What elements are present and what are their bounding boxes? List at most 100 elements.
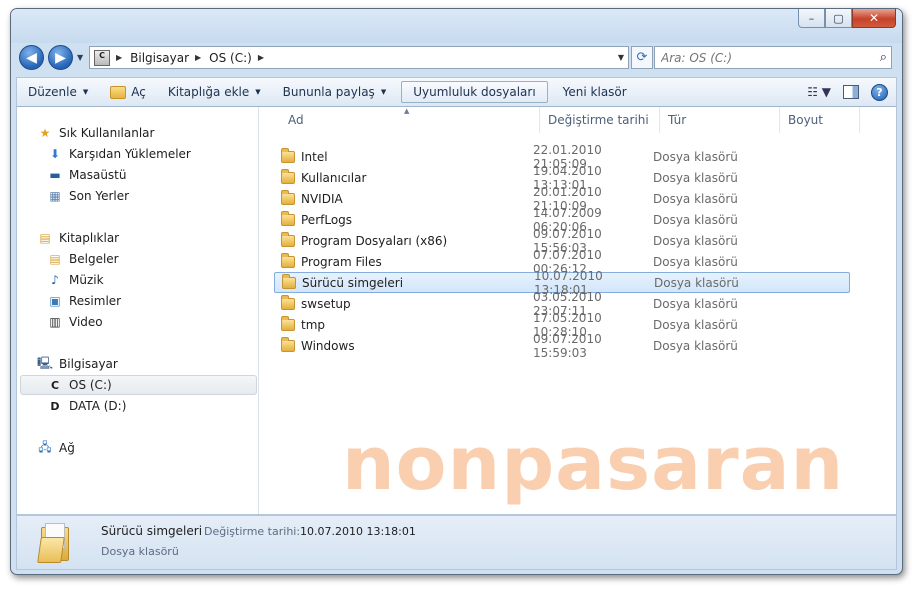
details-item-type: Dosya klasörü xyxy=(101,545,179,558)
desktop-icon: ▬ xyxy=(49,168,61,182)
nav-documents-label: Belgeler xyxy=(69,252,119,266)
column-header-date[interactable]: Değiştirme tarihi xyxy=(540,107,660,133)
nav-downloads-label: Karşıdan Yüklemeler xyxy=(69,147,191,161)
details-modified-value: 10.07.2010 13:18:01 xyxy=(300,525,416,538)
folder-icon xyxy=(281,315,295,331)
file-type: Dosya klasörü xyxy=(653,191,738,206)
new-folder-button[interactable]: Yeni klasör xyxy=(552,78,638,106)
file-name: Program Dosyaları (x86) xyxy=(301,233,448,248)
navigation-pane: ★ Sık Kullanılanlar ⬇ Karşıdan Yüklemele… xyxy=(17,107,259,514)
file-type: Dosya klasörü xyxy=(653,170,738,185)
nav-computer[interactable]: 🖳 Bilgisayar xyxy=(37,354,118,374)
forward-button[interactable]: ▶ xyxy=(48,45,73,70)
breadcrumb-separator-icon[interactable]: ▶ xyxy=(258,53,264,62)
libraries-icon: ▤ xyxy=(39,231,51,245)
arrow-left-icon: ◀ xyxy=(26,49,37,66)
breadcrumb-computer[interactable]: Bilgisayar xyxy=(130,51,189,65)
command-bar: Düzenle ▼ Aç Kitaplığa ekle ▼ Bununla pa… xyxy=(16,77,897,107)
breadcrumb-separator-icon[interactable]: ▶ xyxy=(116,53,122,62)
preview-pane-icon[interactable] xyxy=(843,85,859,99)
computer-icon: 🖳 xyxy=(37,355,54,370)
explorer-body: ★ Sık Kullanılanlar ⬇ Karşıdan Yüklemele… xyxy=(16,107,897,515)
organize-menu[interactable]: Düzenle ▼ xyxy=(17,78,99,106)
nav-recent-places[interactable]: ▦ Son Yerler xyxy=(47,186,129,206)
maximize-button[interactable]: ▢ xyxy=(825,9,852,28)
file-type: Dosya klasörü xyxy=(653,317,738,332)
column-header-size[interactable]: Boyut xyxy=(780,107,860,133)
star-icon: ★ xyxy=(39,126,51,140)
watermark-text: nonpasaran xyxy=(342,421,845,507)
address-history-dropdown[interactable]: ▼ xyxy=(618,53,624,62)
nav-computer-label: Bilgisayar xyxy=(59,357,118,371)
file-name: PerfLogs xyxy=(301,212,353,227)
help-icon[interactable]: ? xyxy=(871,83,888,101)
nav-favorites[interactable]: ★ Sık Kullanılanlar xyxy=(37,123,155,143)
search-box[interactable]: ⌕ xyxy=(654,46,892,69)
address-bar[interactable]: C ▶ Bilgisayar ▶ OS (C:) ▶ ▼ xyxy=(89,46,629,69)
nav-music[interactable]: ♪ Müzik xyxy=(47,270,104,290)
add-to-library-menu[interactable]: Kitaplığa ekle ▼ xyxy=(157,78,272,106)
dropdown-arrow-icon: ▼ xyxy=(380,88,387,96)
nav-drive-c-label: OS (C:) xyxy=(69,378,112,392)
column-header-name[interactable]: Ad xyxy=(280,107,540,133)
nav-desktop-label: Masaüstü xyxy=(69,168,127,182)
nav-network[interactable]: 🖧 Ağ xyxy=(37,438,75,458)
nav-desktop[interactable]: ▬ Masaüstü xyxy=(47,165,126,185)
large-folder-icon xyxy=(37,523,71,563)
file-name: Program Files xyxy=(301,254,382,269)
open-button[interactable]: Aç xyxy=(99,78,157,106)
back-button[interactable]: ◀ xyxy=(19,45,44,70)
recent-places-icon: ▦ xyxy=(49,189,61,203)
nav-libraries[interactable]: ▤ Kitaplıklar xyxy=(37,228,119,248)
drive-icon: C xyxy=(94,49,110,66)
file-type: Dosya klasörü xyxy=(653,149,738,164)
nav-video-label: Video xyxy=(69,315,103,329)
film-strip-icon: ▥ xyxy=(49,315,61,329)
caption-buttons: – ▢ ✕ xyxy=(798,9,896,28)
nav-libraries-label: Kitaplıklar xyxy=(59,231,120,245)
folder-icon xyxy=(281,294,295,310)
search-icon[interactable]: ⌕ xyxy=(880,50,887,65)
compatibility-files-label: Uyumluluk dosyaları xyxy=(413,85,536,99)
minimize-button[interactable]: – xyxy=(798,9,825,28)
file-list-pane: ▲ Ad Değiştirme tarihi Tür Boyut Intel 2… xyxy=(260,107,898,514)
refresh-icon: ⟳ xyxy=(636,50,648,65)
nav-drive-d[interactable]: D DATA (D:) xyxy=(47,396,126,416)
add-to-library-label: Kitaplığa ekle xyxy=(167,85,250,99)
folder-icon xyxy=(281,231,295,247)
music-note-icon: ♪ xyxy=(51,273,59,287)
nav-drive-d-label: DATA (D:) xyxy=(69,399,127,413)
column-header-type[interactable]: Tür xyxy=(660,107,780,133)
nav-drive-c[interactable]: C OS (C:) xyxy=(20,375,257,395)
nav-downloads[interactable]: ⬇ Karşıdan Yüklemeler xyxy=(47,144,191,164)
open-label: Aç xyxy=(131,85,146,99)
file-name: NVIDIA xyxy=(301,191,343,206)
breadcrumb-drive-c[interactable]: OS (C:) xyxy=(209,51,252,65)
documents-icon: ▤ xyxy=(49,252,61,266)
drive-c-icon: C xyxy=(50,378,60,392)
recent-pages-dropdown[interactable]: ▼ xyxy=(77,53,83,62)
nav-music-label: Müzik xyxy=(69,273,104,287)
file-row[interactable]: Windows 09.07.2010 15:59:03 Dosya klasör… xyxy=(274,332,850,360)
nav-recent-label: Son Yerler xyxy=(69,189,130,203)
nav-pictures[interactable]: ▣ Resimler xyxy=(47,291,121,311)
folder-icon xyxy=(281,147,295,163)
folder-icon xyxy=(282,273,296,289)
refresh-button[interactable]: ⟳ xyxy=(631,46,653,69)
nav-favorites-label: Sık Kullanılanlar xyxy=(59,126,155,140)
file-type: Dosya klasörü xyxy=(653,212,738,227)
close-button[interactable]: ✕ xyxy=(852,9,896,28)
compatibility-files-button[interactable]: Uyumluluk dosyaları xyxy=(401,81,548,103)
share-with-menu[interactable]: Bununla paylaş ▼ xyxy=(272,78,398,106)
details-pane: Sürücü simgeleri Değiştirme tarihi: 10.0… xyxy=(16,515,897,570)
search-input[interactable] xyxy=(661,50,861,65)
nav-video[interactable]: ▥ Video xyxy=(47,312,103,332)
file-type: Dosya klasörü xyxy=(653,296,738,311)
share-with-label: Bununla paylaş xyxy=(282,85,375,99)
nav-pictures-label: Resimler xyxy=(69,294,122,308)
nav-documents[interactable]: ▤ Belgeler xyxy=(47,249,119,269)
view-options-icon[interactable]: ☷ ▼ xyxy=(807,85,831,99)
breadcrumb-separator-icon[interactable]: ▶ xyxy=(195,53,201,62)
arrow-right-icon: ▶ xyxy=(55,49,66,66)
title-bar: – ▢ ✕ xyxy=(11,9,902,43)
